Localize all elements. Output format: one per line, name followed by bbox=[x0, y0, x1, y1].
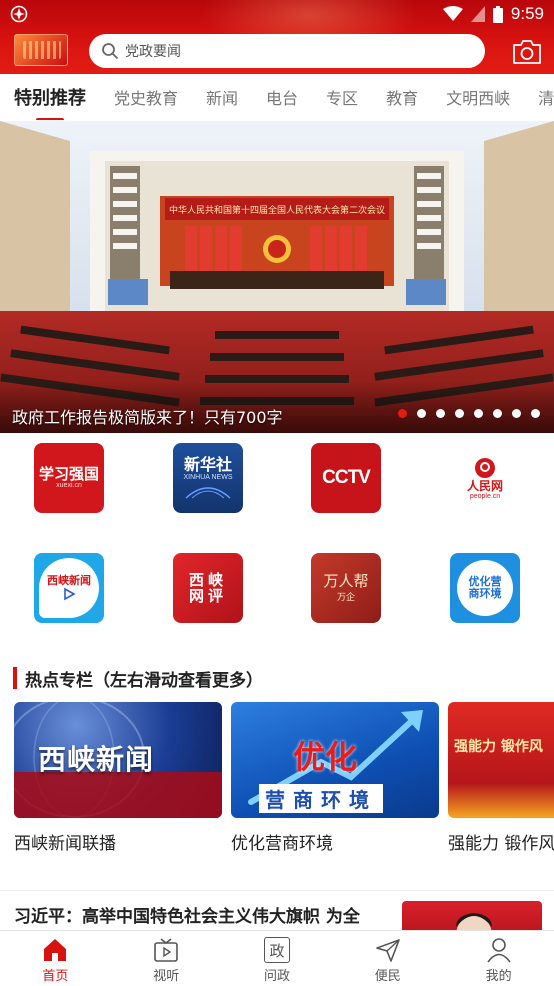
pagination-dot[interactable] bbox=[474, 409, 483, 418]
tab-radio[interactable]: 电台 bbox=[266, 85, 298, 109]
business-env-icon[interactable]: 优化营商环境 bbox=[450, 553, 520, 623]
battery-icon bbox=[492, 5, 503, 23]
xixia-news-icon[interactable]: 西峡新闻 bbox=[34, 553, 104, 623]
banner-caption[interactable]: 政府工作报告极简版来了！只有700字 bbox=[12, 404, 283, 428]
xuexi-icon[interactable]: 学习强国 xuexi.cn bbox=[34, 443, 104, 513]
section-title-text: 热点专栏（左右滑动查看更多） bbox=[25, 670, 263, 691]
card-image: 优化 营商环境 bbox=[231, 702, 439, 818]
card-image: 强能力 锻作风 bbox=[448, 702, 554, 818]
app-name: 西峡网评 bbox=[188, 570, 227, 605]
play-icon bbox=[64, 587, 76, 601]
section-divider bbox=[0, 890, 554, 891]
pagination-dot[interactable] bbox=[493, 409, 502, 418]
pagination-dot[interactable] bbox=[455, 409, 464, 418]
nav-label: 首页 bbox=[42, 969, 69, 984]
status-right: 9:59 bbox=[442, 4, 544, 24]
people-icon[interactable]: 人民网 people.cn bbox=[450, 443, 520, 513]
home-icon bbox=[44, 939, 67, 961]
pagination-dot[interactable] bbox=[436, 409, 445, 418]
app-sub: xuexi.cn bbox=[56, 482, 82, 490]
app-sub: XINHUA NEWS bbox=[183, 473, 233, 481]
nav-label: 视听 bbox=[153, 969, 180, 984]
nav-politics[interactable]: 政 问政 bbox=[222, 931, 333, 986]
nav-label: 便民 bbox=[374, 969, 401, 984]
nav-services[interactable]: 便民 bbox=[332, 931, 443, 986]
search-placeholder[interactable]: 党政要闻 bbox=[125, 41, 181, 61]
nav-media[interactable]: 视听 bbox=[111, 931, 222, 986]
card-image-text: 强能力 锻作风 bbox=[454, 739, 543, 755]
camera-icon[interactable] bbox=[511, 38, 543, 66]
tab-news[interactable]: 新闻 bbox=[206, 85, 238, 109]
card-image-text: 优化 bbox=[293, 738, 358, 776]
wanrenbang-icon[interactable]: 万人帮 万企 bbox=[311, 553, 381, 623]
hot-card[interactable]: 优化 营商环境 优化营商环境 bbox=[231, 702, 439, 858]
nav-label: 问政 bbox=[263, 969, 290, 984]
xinhua-icon[interactable]: 新华社 XINHUA NEWS bbox=[173, 443, 243, 513]
card-title: 优化营商环境 bbox=[231, 834, 333, 854]
card-title: 强能力 锻作风 促发展 bbox=[448, 834, 554, 854]
tab-civilized-xixia[interactable]: 文明西峡 bbox=[446, 85, 510, 109]
app-name: 学习强国 bbox=[38, 464, 99, 483]
people-logo-icon bbox=[475, 457, 495, 478]
app-sub: people.cn bbox=[469, 492, 501, 500]
nav-label: 我的 bbox=[485, 969, 512, 984]
xixia-comment-icon[interactable]: 西峡网评 bbox=[173, 553, 243, 623]
pagination-dot[interactable] bbox=[398, 409, 407, 418]
search-icon bbox=[102, 43, 118, 59]
tab-party-history[interactable]: 党史教育 bbox=[114, 85, 178, 109]
hot-card[interactable]: 强能力 锻作风 强能力 锻作风 促发展 bbox=[448, 702, 554, 858]
speech-bubble: 西峡新闻 bbox=[39, 558, 99, 618]
nav-mine[interactable]: 我的 bbox=[443, 931, 554, 986]
section-accent-bar bbox=[13, 667, 17, 689]
card-title: 西峡新闻联播 bbox=[14, 834, 116, 854]
hero-banner[interactable]: 中华人民共和国第十四届全国人民代表大会第二次会议 bbox=[0, 121, 554, 433]
nav-home[interactable]: 首页 bbox=[0, 931, 111, 986]
app-notification-icon bbox=[10, 5, 28, 23]
status-time: 9:59 bbox=[510, 4, 544, 23]
tab-clean[interactable]: 清 bbox=[538, 85, 554, 109]
pagination-dot[interactable] bbox=[512, 409, 521, 418]
business-env-circle: 优化营商环境 bbox=[457, 560, 513, 616]
app-sub: 万企 bbox=[336, 591, 355, 602]
send-icon bbox=[375, 939, 400, 962]
tab-special-recommend[interactable]: 特别推荐 bbox=[14, 84, 86, 120]
card-image: 西峡新闻 bbox=[14, 702, 222, 818]
app-header: 9:59 党政要闻 bbox=[0, 0, 554, 74]
tv-icon bbox=[154, 938, 178, 962]
pagination-dot[interactable] bbox=[531, 409, 540, 418]
tab-education[interactable]: 教育 bbox=[386, 85, 418, 109]
app-shortcut-grid: 学习强国 xuexi.cn 新华社 XINHUA NEWS CCTV 人民网 p… bbox=[0, 433, 554, 653]
app-name: 西峡新闻 bbox=[47, 573, 91, 587]
zheng-icon: 政 bbox=[263, 937, 290, 963]
card-image-text: 西峡新闻 bbox=[38, 743, 155, 776]
category-tabs: 特别推荐 党史教育 新闻 电台 专区 教育 文明西峡 清 bbox=[0, 74, 554, 120]
app-name: 人民网 bbox=[466, 478, 503, 493]
tab-special-zone[interactable]: 专区 bbox=[326, 85, 358, 109]
cctv-icon[interactable]: CCTV bbox=[311, 443, 381, 513]
bottom-navigation: 首页 视听 政 问政 便民 我的 bbox=[0, 930, 554, 986]
signal-icon bbox=[470, 6, 485, 22]
app-name: 新华社 bbox=[183, 455, 232, 475]
hot-section-title: 热点专栏（左右滑动查看更多） bbox=[13, 667, 263, 691]
app-name: 优化营商环境 bbox=[468, 574, 502, 600]
card-image-subtext: 营商环境 bbox=[259, 784, 383, 813]
app-logo[interactable] bbox=[14, 34, 68, 66]
search-bar[interactable]: 党政要闻 bbox=[89, 34, 485, 68]
wifi-icon bbox=[442, 6, 463, 21]
app-name: 万人帮 bbox=[323, 572, 369, 591]
globe-icon bbox=[185, 486, 231, 499]
news-item-title[interactable]: 习近平：高举中国特色社会主义伟大旗帜 为全 bbox=[14, 902, 394, 927]
hall-banner-text: 中华人民共和国第十四届全国人民代表大会第二次会议 bbox=[169, 204, 385, 216]
banner-pagination bbox=[398, 409, 540, 418]
hot-card[interactable]: 西峡新闻 西峡新闻联播 bbox=[14, 702, 222, 858]
user-icon bbox=[486, 938, 511, 963]
app-name: CCTV bbox=[322, 466, 371, 488]
pagination-dot[interactable] bbox=[417, 409, 426, 418]
status-bar: 9:59 bbox=[0, 0, 554, 30]
